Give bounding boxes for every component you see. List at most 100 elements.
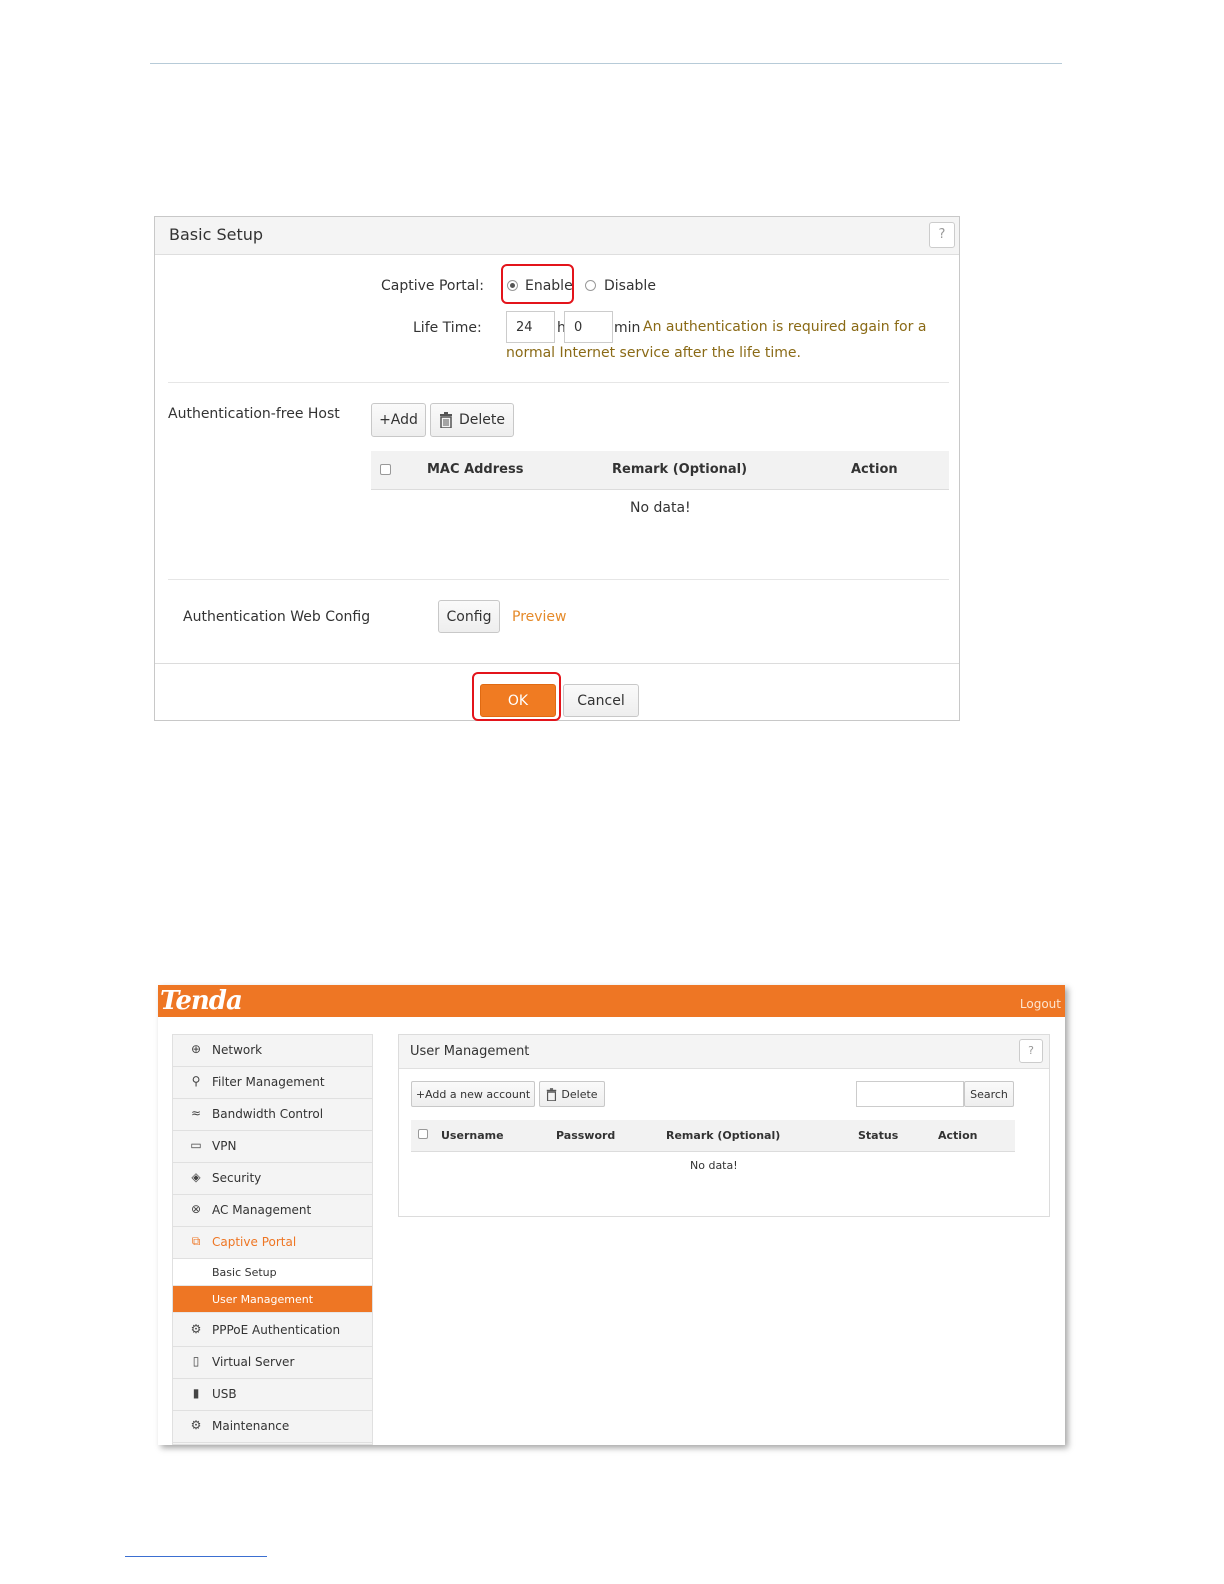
server-icon: ▯ bbox=[192, 1354, 200, 1368]
remark-header: Remark (Optional) bbox=[666, 1129, 781, 1142]
section-divider bbox=[168, 382, 949, 383]
cancel-button[interactable]: Cancel bbox=[563, 684, 639, 717]
monitor-icon: ▭ bbox=[190, 1138, 202, 1152]
status-header: Status bbox=[858, 1129, 899, 1142]
globe-icon: ⊕ bbox=[190, 1042, 202, 1056]
search-button-label: Search bbox=[970, 1087, 1008, 1101]
trash-icon bbox=[440, 412, 452, 428]
basic-setup-screenshot: Basic Setup ? Captive Portal: Enable Dis… bbox=[154, 216, 960, 721]
sidebar-item-captive-portal[interactable]: ⧉ Captive Portal bbox=[173, 1227, 372, 1259]
select-all-checkbox[interactable] bbox=[380, 464, 391, 475]
sidebar-item-label: Filter Management bbox=[212, 1075, 325, 1089]
minutes-unit: min bbox=[614, 320, 641, 336]
delete-host-button-label: Delete bbox=[459, 412, 505, 428]
sidebar-item-label: Security bbox=[212, 1171, 262, 1185]
captive-portal-label: Captive Portal: bbox=[381, 278, 484, 294]
life-time-minutes-input[interactable] bbox=[564, 311, 613, 343]
basic-setup-header: Basic Setup ? bbox=[155, 217, 959, 255]
config-button-label: Config bbox=[446, 608, 492, 625]
delete-account-button[interactable]: Delete bbox=[539, 1081, 605, 1107]
panel-header: User Management ? bbox=[399, 1035, 1049, 1069]
sidebar-item-label: AC Management bbox=[212, 1203, 312, 1217]
cancel-button-label: Cancel bbox=[577, 692, 625, 709]
add-account-button-label: +Add a new account bbox=[415, 1087, 531, 1101]
sidebar-item-bandwidth-control[interactable]: ≈ Bandwidth Control bbox=[173, 1099, 372, 1131]
portal-icon: ⧉ bbox=[191, 1234, 201, 1248]
add-host-button[interactable]: +Add bbox=[371, 403, 426, 437]
top-bar: Tenda Logout bbox=[158, 985, 1065, 1017]
life-time-label: Life Time: bbox=[413, 320, 482, 336]
sidebar-item-label: USB bbox=[212, 1387, 237, 1401]
sidebar-item-virtual-server[interactable]: ▯ Virtual Server bbox=[173, 1347, 372, 1379]
sidebar-item-usb[interactable]: ▮ USB bbox=[173, 1379, 372, 1411]
password-header: Password bbox=[556, 1129, 616, 1142]
shield-icon: ◈ bbox=[191, 1170, 201, 1184]
sidebar-item-network[interactable]: ⊕ Network bbox=[173, 1035, 372, 1067]
sidebar-item-filter-management[interactable]: ⚲ Filter Management bbox=[173, 1067, 372, 1099]
sidebar-item-label: Maintenance bbox=[212, 1419, 290, 1433]
username-header: Username bbox=[441, 1129, 504, 1142]
sidebar-item-label: Captive Portal bbox=[212, 1235, 297, 1249]
page-header-rule bbox=[150, 63, 1062, 64]
action-header: Action bbox=[851, 462, 898, 477]
trash-icon bbox=[547, 1087, 557, 1101]
config-button[interactable]: Config bbox=[438, 600, 500, 633]
footer-link-rule bbox=[125, 1556, 267, 1557]
enable-highlight-box bbox=[501, 264, 574, 304]
basic-setup-title: Basic Setup bbox=[169, 225, 264, 244]
gear-icon: ⚙ bbox=[190, 1418, 202, 1432]
user-management-panel: User Management ? +Add a new account Del… bbox=[398, 1034, 1050, 1217]
ok-highlight-box bbox=[472, 672, 561, 721]
user-table-header: Username Password Remark (Optional) Stat… bbox=[411, 1120, 1015, 1152]
tenda-logo: Tenda bbox=[160, 986, 243, 1016]
usb-icon: ▮ bbox=[192, 1386, 200, 1400]
logout-link[interactable]: Logout bbox=[1020, 997, 1061, 1011]
submenu-label: Basic Setup bbox=[212, 1266, 277, 1279]
ac-icon: ⊗ bbox=[190, 1202, 202, 1216]
section-divider bbox=[168, 579, 949, 580]
host-table-no-data: No data! bbox=[630, 500, 691, 516]
user-filter-icon: ⚲ bbox=[191, 1074, 201, 1088]
search-input[interactable] bbox=[856, 1081, 964, 1107]
wave-icon: ≈ bbox=[190, 1106, 202, 1120]
disable-label[interactable]: Disable bbox=[604, 278, 656, 294]
life-time-hint-line1: An authentication is required again for … bbox=[643, 319, 927, 335]
host-table-header: MAC Address Remark (Optional) Action bbox=[371, 451, 949, 490]
add-host-button-label: +Add bbox=[379, 412, 418, 428]
search-button[interactable]: Search bbox=[964, 1081, 1014, 1107]
user-table-no-data: No data! bbox=[690, 1159, 738, 1172]
delete-host-button[interactable]: Delete bbox=[430, 403, 514, 437]
disable-radio[interactable] bbox=[585, 280, 596, 291]
submenu-label: User Management bbox=[212, 1293, 314, 1306]
footer-divider bbox=[155, 663, 959, 664]
sidebar-item-maintenance[interactable]: ⚙ Maintenance bbox=[173, 1411, 372, 1443]
sidebar-item-security[interactable]: ◈ Security bbox=[173, 1163, 372, 1195]
action-header: Action bbox=[938, 1129, 978, 1142]
delete-account-button-label: Delete bbox=[561, 1087, 598, 1101]
select-all-checkbox[interactable] bbox=[418, 1129, 428, 1139]
mac-address-header: MAC Address bbox=[427, 462, 524, 477]
life-time-hours-input[interactable] bbox=[506, 311, 555, 343]
sidebar-item-label: PPPoE Authentication bbox=[212, 1323, 341, 1337]
web-config-label: Authentication Web Config bbox=[183, 609, 371, 625]
submenu-user-management[interactable]: User Management bbox=[173, 1286, 372, 1313]
preview-link[interactable]: Preview bbox=[512, 609, 567, 625]
add-account-button[interactable]: +Add a new account bbox=[411, 1081, 535, 1107]
life-time-hint-line2: normal Internet service after the life t… bbox=[506, 345, 801, 361]
help-button[interactable]: ? bbox=[1019, 1039, 1043, 1063]
sidebar-item-label: VPN bbox=[212, 1139, 237, 1153]
user-management-screenshot: Tenda Logout ⊕ Network ⚲ Filter Manageme… bbox=[158, 985, 1065, 1445]
sidebar-item-label: Virtual Server bbox=[212, 1355, 295, 1369]
sidebar: ⊕ Network ⚲ Filter Management ≈ Bandwidt… bbox=[172, 1034, 373, 1445]
sidebar-item-label: Network bbox=[212, 1043, 263, 1057]
remark-header: Remark (Optional) bbox=[612, 462, 748, 477]
pppoe-icon: ⚙ bbox=[190, 1322, 202, 1336]
panel-title: User Management bbox=[410, 1044, 530, 1059]
submenu-basic-setup[interactable]: Basic Setup bbox=[173, 1259, 372, 1286]
sidebar-item-ac-management[interactable]: ⊗ AC Management bbox=[173, 1195, 372, 1227]
sidebar-item-vpn[interactable]: ▭ VPN bbox=[173, 1131, 372, 1163]
sidebar-item-pppoe-authentication[interactable]: ⚙ PPPoE Authentication bbox=[173, 1315, 372, 1347]
sidebar-item-label: Bandwidth Control bbox=[212, 1107, 324, 1121]
help-button[interactable]: ? bbox=[929, 222, 955, 248]
auth-free-host-label: Authentication-free Host bbox=[168, 406, 340, 422]
